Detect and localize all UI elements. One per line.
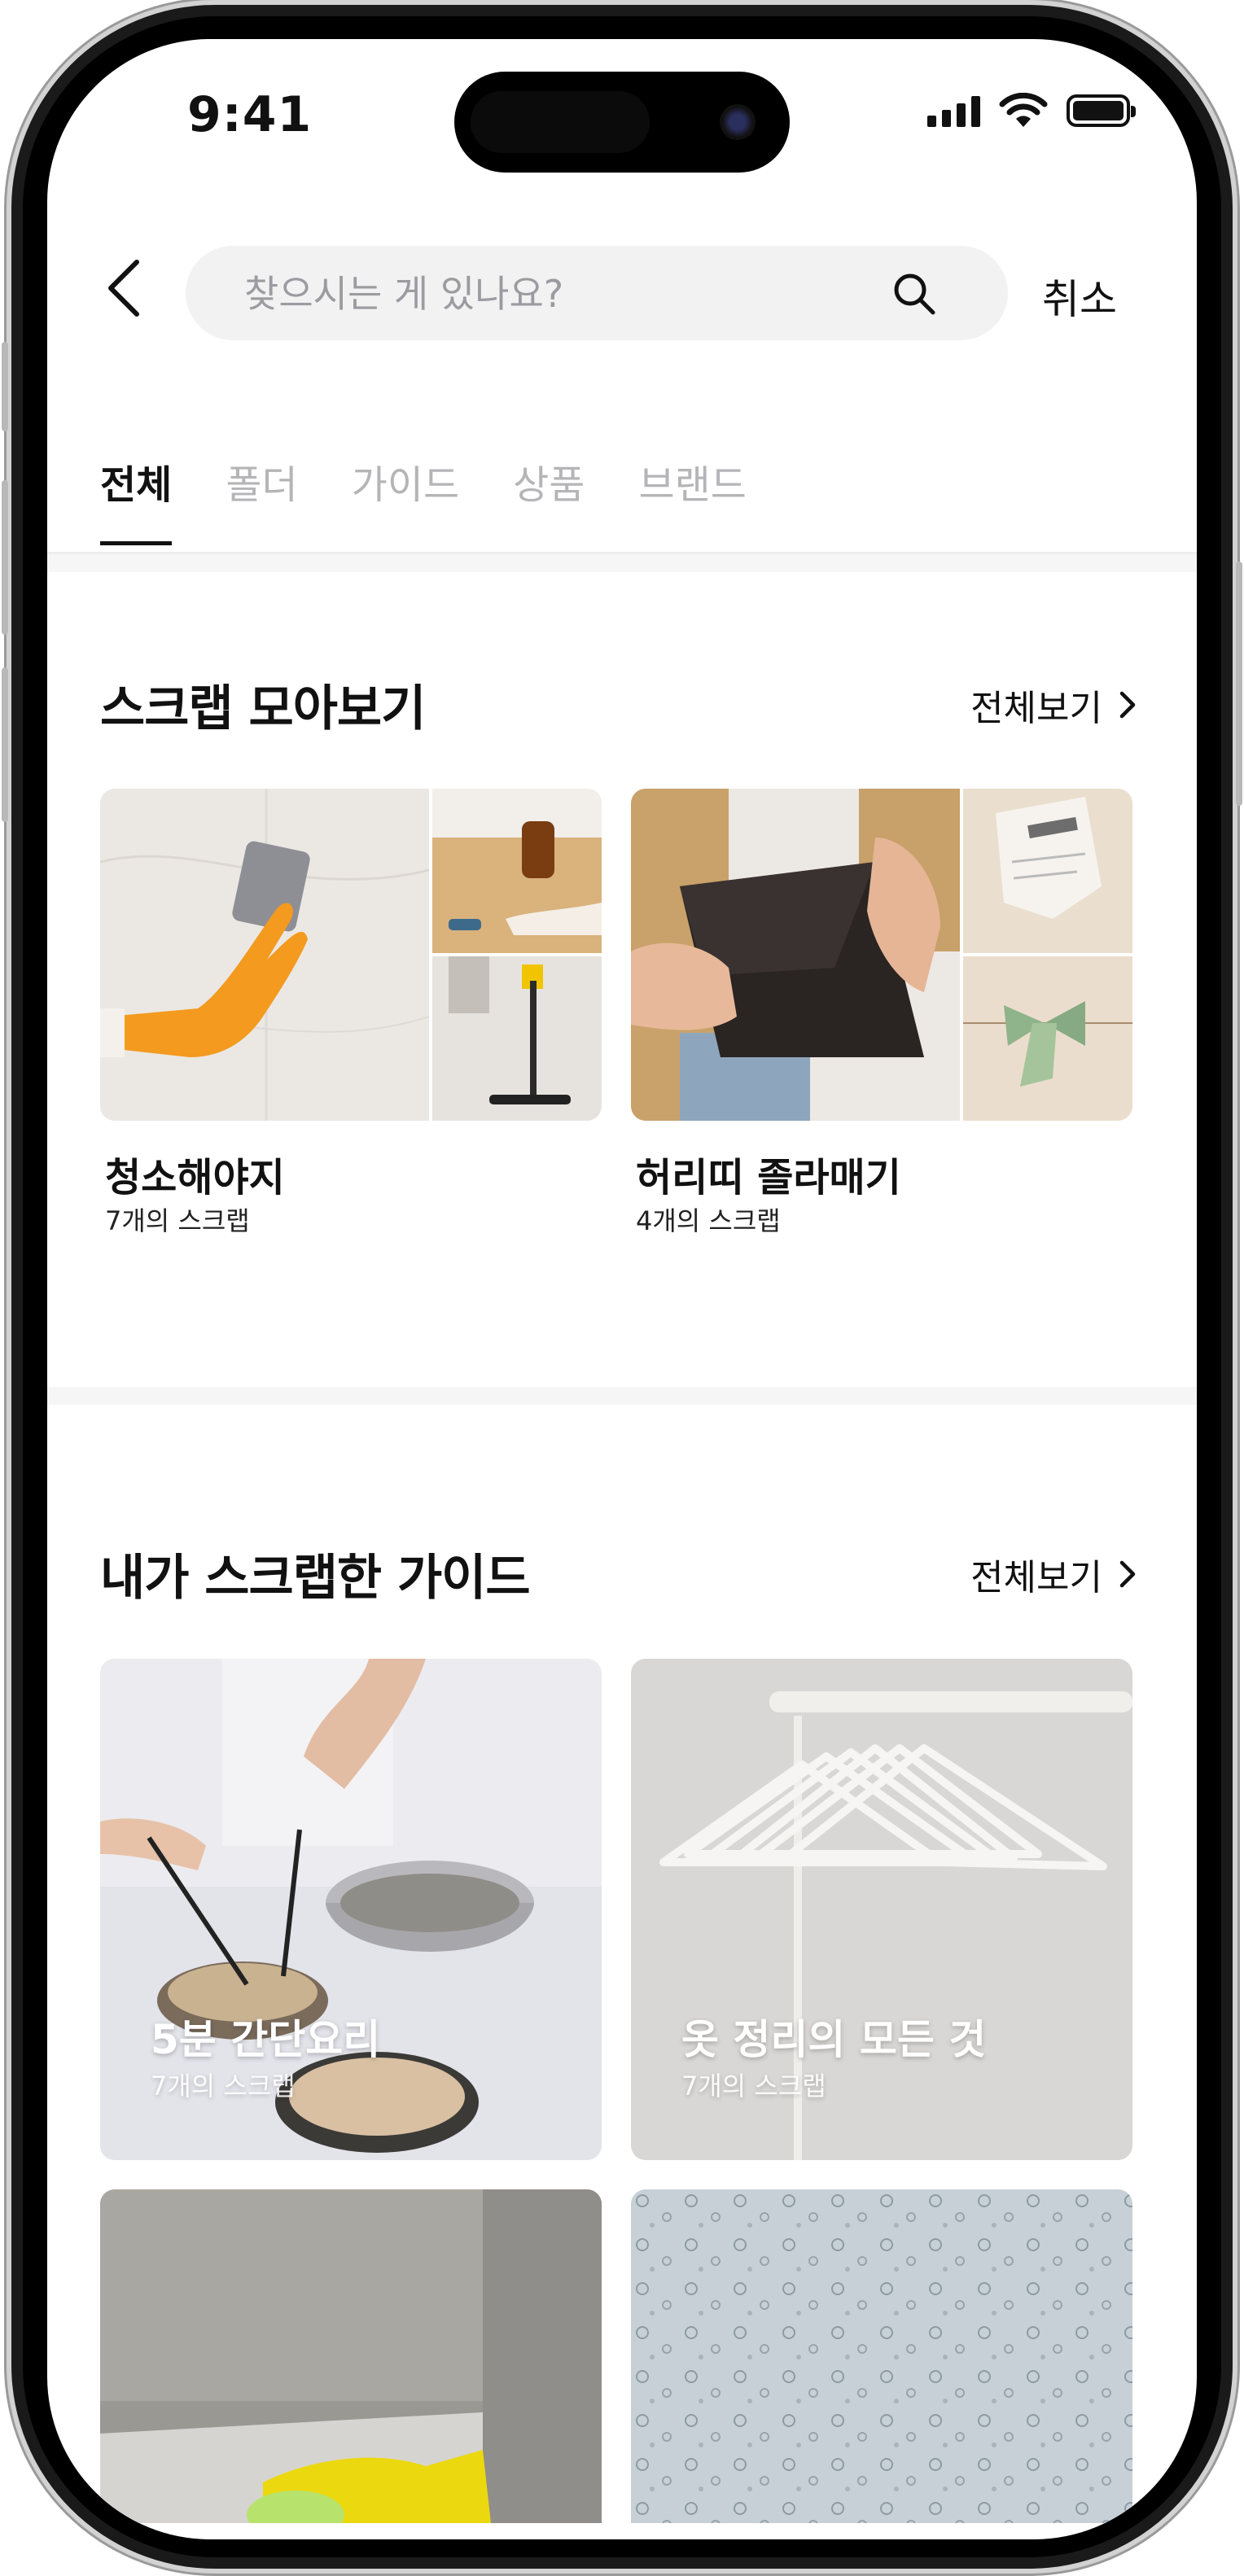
chevron-left-icon — [108, 260, 139, 317]
guide-scrap-count: 7개의 스크랩 — [681, 2071, 826, 2101]
tab-all[interactable]: 전체 — [100, 453, 173, 545]
guide-title: 옷 정리의 모든 것 — [681, 2016, 987, 2063]
spray-bottle-image — [432, 789, 602, 953]
app-screen: 9:41 취소 전체 폴더 가이드 상품 브랜드 — [47, 39, 1197, 2539]
folder-name: 허리띠 졸라매기 — [636, 1155, 901, 1201]
guide-card[interactable]: 옷 정리의 모든 것 7개의 스크랩 — [631, 1659, 1132, 2160]
folder-thumbnail-collage — [100, 789, 602, 1121]
empty-wallet-image — [631, 789, 960, 1121]
tab-folder[interactable]: 폴더 — [226, 453, 297, 545]
vacuum-cleaner-image — [432, 956, 602, 1121]
guide-card[interactable]: 5분 간단요리 7개의 스크랩 — [100, 1659, 602, 2160]
receipt-image — [963, 789, 1132, 953]
volume-down-button — [2, 667, 8, 822]
water-droplets-image — [631, 2189, 1132, 2523]
section-divider — [47, 554, 1197, 572]
guide-title: 5분 간단요리 — [151, 2016, 381, 2063]
chevron-right-icon — [1119, 1560, 1136, 1588]
see-all-label: 전체보기 — [970, 688, 1102, 729]
folder-thumbnail-collage — [631, 789, 1132, 1121]
wifi-icon — [999, 93, 1048, 127]
guide-see-all-link[interactable]: 전체보기 — [970, 1548, 1138, 1600]
volume-up-button — [2, 480, 8, 635]
guide-scrap-count: 7개의 스크랩 — [151, 2071, 296, 2101]
folder-scrap-count: 7개의 스크랩 — [105, 1205, 250, 1236]
tab-brand[interactable]: 브랜드 — [638, 453, 746, 545]
search-icon[interactable] — [891, 270, 938, 317]
silent-switch — [2, 342, 8, 431]
cellular-signal-icon — [927, 94, 980, 127]
scrap-folder-card[interactable]: 청소해야지 7개의 스크랩 — [100, 789, 602, 1236]
see-all-label: 전체보기 — [970, 1557, 1102, 1599]
scrap-section-title: 스크랩 모아보기 — [100, 680, 426, 737]
power-button — [1236, 562, 1242, 806]
dynamic-island — [454, 72, 790, 173]
guide-section-title: 내가 스크랩한 가이드 — [100, 1550, 531, 1607]
scrap-see-all-link[interactable]: 전체보기 — [970, 679, 1138, 731]
money-bow-image — [963, 956, 1132, 1121]
status-time: 9:41 — [187, 86, 313, 143]
tab-guide[interactable]: 가이드 — [352, 453, 459, 545]
guide-card[interactable] — [100, 2189, 602, 2523]
back-button[interactable] — [96, 252, 155, 324]
search-input[interactable] — [243, 246, 865, 342]
search-bar[interactable] — [186, 246, 1008, 342]
status-icons — [927, 86, 1136, 135]
scrap-folder-card[interactable]: 허리띠 졸라매기 4개의 스크랩 — [631, 789, 1132, 1236]
chevron-right-icon — [1119, 691, 1136, 719]
category-tabs: 전체 폴더 가이드 상품 브랜드 — [100, 453, 747, 545]
battery-icon — [1067, 94, 1136, 127]
camera-icon — [720, 104, 756, 140]
cleaning-glove-image — [100, 789, 429, 1121]
guide-card[interactable] — [631, 2189, 1132, 2523]
folder-scrap-count: 4개의 스크랩 — [636, 1205, 781, 1236]
folder-name: 청소해야지 — [105, 1155, 285, 1201]
sink-cleaning-image — [100, 2189, 602, 2523]
cancel-button[interactable]: 취소 — [1042, 267, 1117, 326]
section-divider — [47, 1387, 1197, 1405]
tab-product[interactable]: 상품 — [513, 453, 585, 545]
